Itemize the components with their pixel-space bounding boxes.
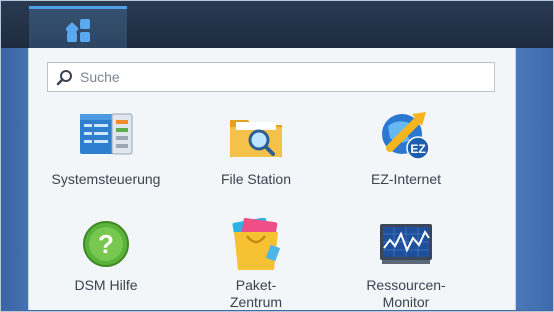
app-label-line1: Paket- [235, 277, 277, 293]
app-label: EZ-Internet [370, 171, 442, 187]
desktop-background-left [1, 48, 28, 310]
app-paket-zentrum[interactable]: Paket- Zentrum [181, 218, 331, 310]
main-menu-button[interactable] [29, 6, 127, 48]
app-ez-internet[interactable]: EZ EZ-Internet [331, 108, 481, 188]
app-systemsteuerung[interactable]: Systemsteuerung [31, 108, 181, 188]
search-input[interactable] [80, 66, 480, 88]
app-label: DSM Hilfe [74, 277, 138, 293]
help-icon: ? [83, 221, 129, 267]
desktop-background-right [516, 48, 553, 310]
app-file-station[interactable]: File Station [181, 108, 331, 188]
ez-internet-icon: EZ [382, 112, 430, 160]
search-box[interactable] [47, 62, 495, 92]
main-menu-panel: Systemsteuerung File Station EZ EZ-Inter… [28, 48, 516, 310]
app-dsm-hilfe[interactable]: ? DSM Hilfe [31, 218, 181, 298]
app-label: File Station [220, 171, 292, 187]
search-icon [56, 70, 72, 86]
main-menu-icon [66, 19, 90, 42]
app-label-line2: Monitor [382, 294, 430, 310]
package-center-icon [232, 218, 281, 270]
app-label: Systemsteuerung [51, 171, 161, 187]
file-station-icon [230, 120, 282, 157]
app-ressourcen-monitor[interactable]: Ressourcen- Monitor [331, 218, 481, 310]
taskbar [1, 1, 553, 48]
ez-badge: EZ [410, 142, 425, 156]
control-panel-icon [80, 113, 133, 155]
app-label-line1: Ressourcen- [366, 277, 446, 293]
app-label-line2: Zentrum [229, 294, 283, 310]
help-glyph: ? [98, 229, 114, 259]
resource-monitor-icon [380, 224, 432, 264]
